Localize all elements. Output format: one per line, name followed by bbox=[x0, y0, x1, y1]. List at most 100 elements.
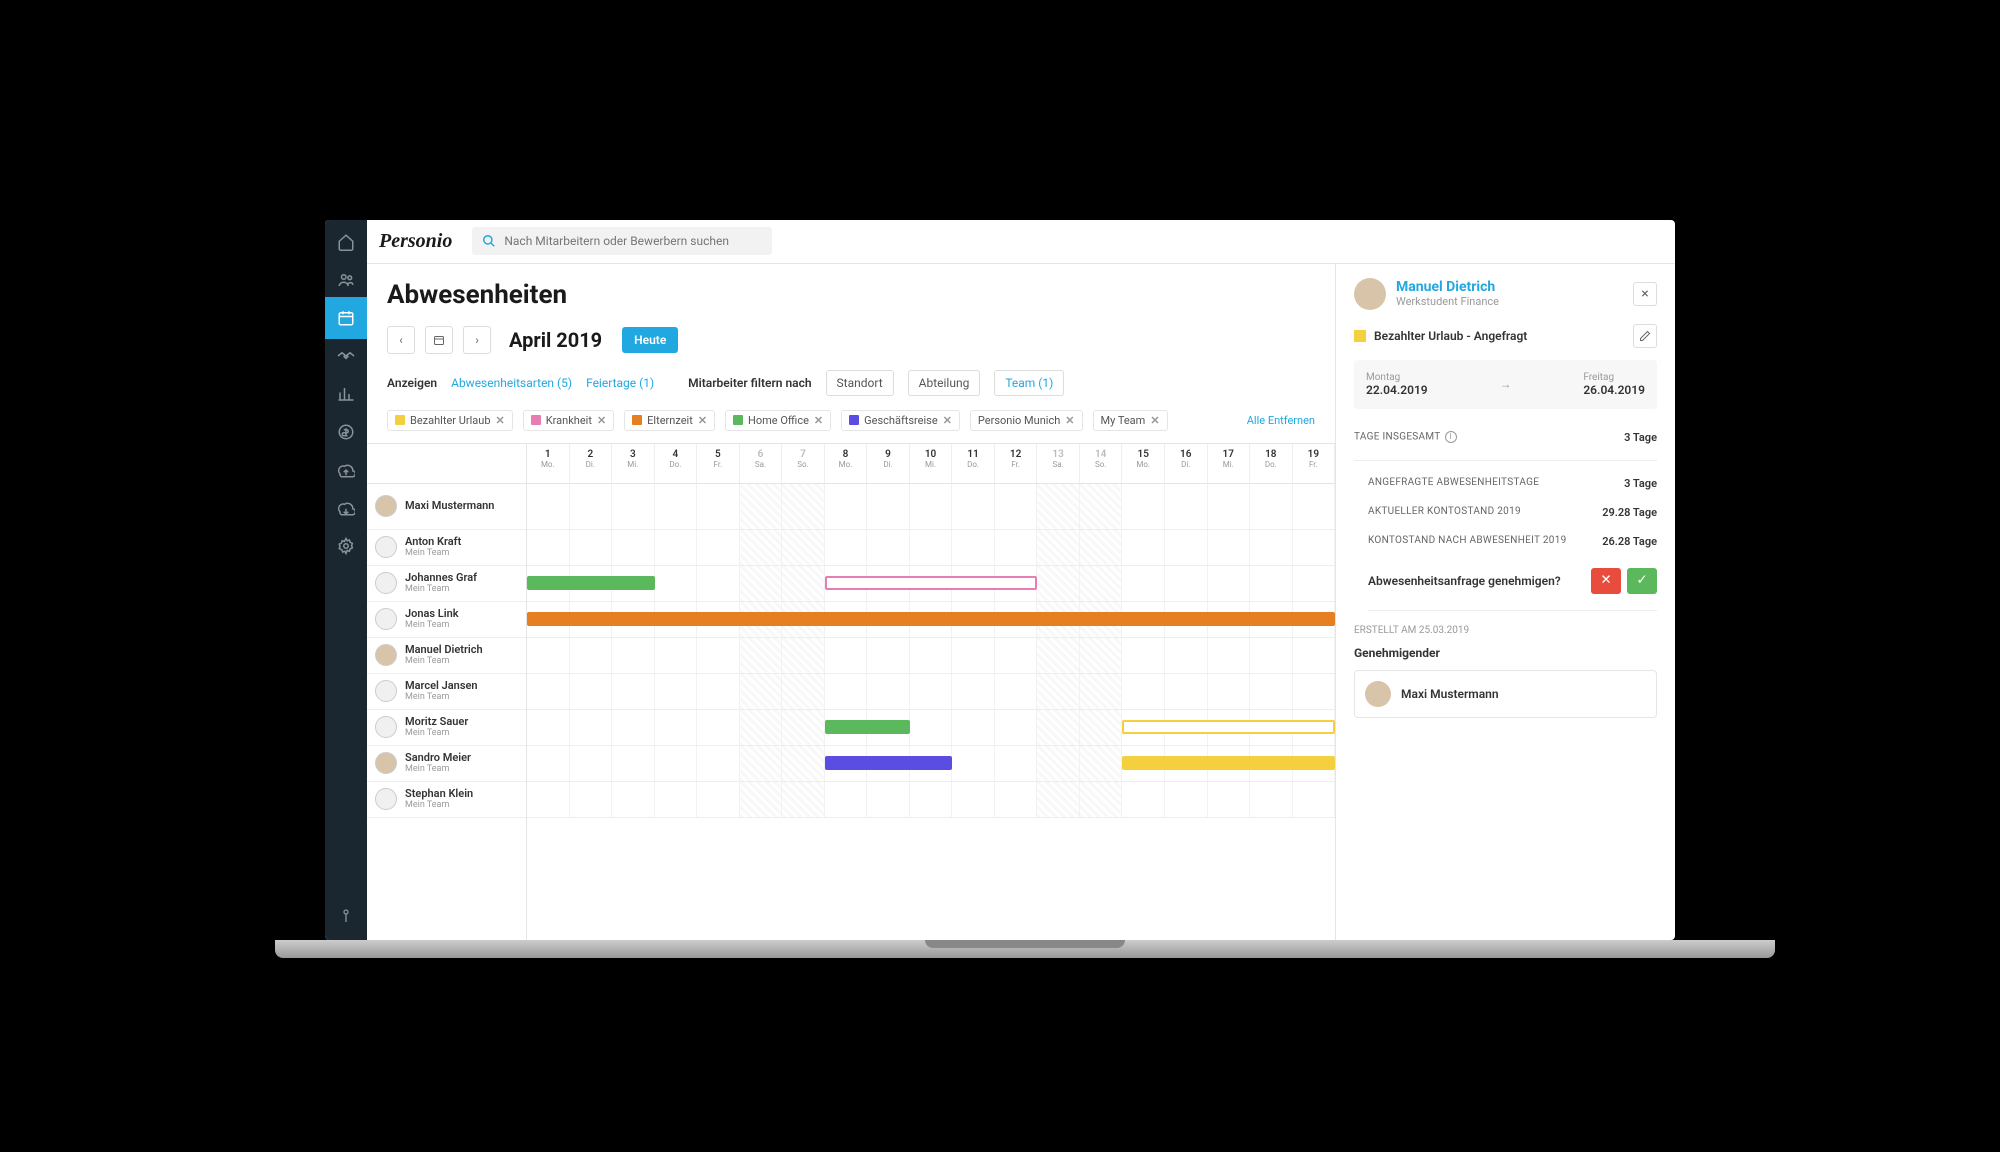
team-filter[interactable]: Team (1) bbox=[994, 370, 1064, 396]
absence-bar[interactable] bbox=[825, 576, 1038, 590]
show-label: Anzeigen bbox=[387, 376, 437, 390]
employee-avatar bbox=[375, 495, 397, 517]
absence-bar[interactable] bbox=[1122, 720, 1335, 734]
edit-button[interactable] bbox=[1633, 324, 1657, 348]
next-month-button[interactable]: › bbox=[463, 326, 491, 354]
calendar-row bbox=[527, 602, 1335, 638]
day-header-cell: 17Mi. bbox=[1208, 444, 1251, 483]
day-header-cell: 7So. bbox=[782, 444, 825, 483]
nav-upload-icon[interactable] bbox=[336, 460, 356, 480]
calendar-row bbox=[527, 674, 1335, 710]
topbar: Personio bbox=[367, 220, 1675, 264]
nav-download-icon[interactable] bbox=[336, 498, 356, 518]
employee-avatar bbox=[375, 644, 397, 666]
employee-row[interactable]: Sandro MeierMein Team bbox=[367, 746, 526, 782]
employee-avatar bbox=[375, 680, 397, 702]
calendar-row bbox=[527, 746, 1335, 782]
absence-bar[interactable] bbox=[527, 612, 1335, 626]
search-icon bbox=[482, 234, 496, 248]
nav-people-icon[interactable] bbox=[336, 270, 356, 290]
panel-user-name[interactable]: Manuel Dietrich bbox=[1396, 279, 1499, 295]
day-header-cell: 10Mi. bbox=[910, 444, 953, 483]
calendar-row bbox=[527, 484, 1335, 530]
absence-bar[interactable] bbox=[825, 756, 953, 770]
to-date: 26.04.2019 bbox=[1583, 383, 1645, 397]
filter-chip[interactable]: Bezahlter Urlaub✕ bbox=[387, 410, 513, 431]
search-input[interactable] bbox=[504, 234, 762, 248]
nav-reports-icon[interactable] bbox=[336, 384, 356, 404]
detail-panel: Manuel Dietrich Werkstudent Finance × Be… bbox=[1335, 264, 1675, 940]
employee-row[interactable]: Maxi Mustermann bbox=[367, 484, 526, 530]
filter-chip[interactable]: My Team✕ bbox=[1093, 410, 1168, 431]
employee-avatar bbox=[375, 752, 397, 774]
employee-row[interactable]: Anton KraftMein Team bbox=[367, 530, 526, 566]
approver-title: Genehmigender bbox=[1354, 646, 1657, 660]
approver-avatar bbox=[1365, 681, 1391, 707]
page-title: Abwesenheiten bbox=[367, 264, 1335, 320]
total-days-value: 3 Tage bbox=[1624, 431, 1657, 444]
chip-remove-icon[interactable]: ✕ bbox=[1150, 414, 1159, 427]
department-filter[interactable]: Abteilung bbox=[908, 370, 981, 396]
day-header-cell: 16Di. bbox=[1165, 444, 1208, 483]
holidays-filter[interactable]: Feiertage (1) bbox=[586, 376, 654, 390]
employee-row[interactable]: Manuel DietrichMein Team bbox=[367, 638, 526, 674]
day-header-cell: 1Mo. bbox=[527, 444, 570, 483]
chip-remove-icon[interactable]: ✕ bbox=[698, 414, 707, 427]
close-panel-button[interactable]: × bbox=[1633, 282, 1657, 306]
chip-remove-icon[interactable]: ✕ bbox=[496, 414, 505, 427]
nav-calendar-icon[interactable] bbox=[325, 297, 367, 339]
main-sidebar bbox=[325, 220, 367, 940]
calendar-row bbox=[527, 530, 1335, 566]
requested-value: 3 Tage bbox=[1624, 477, 1657, 490]
filter-chip[interactable]: Krankheit✕ bbox=[523, 410, 614, 431]
employee-row[interactable]: Johannes GrafMein Team bbox=[367, 566, 526, 602]
status-color-swatch bbox=[1354, 330, 1366, 342]
nav-handshake-icon[interactable] bbox=[336, 346, 356, 366]
employee-avatar bbox=[375, 608, 397, 630]
absence-bar[interactable] bbox=[825, 720, 910, 734]
chip-remove-icon[interactable]: ✕ bbox=[597, 414, 606, 427]
info-icon[interactable]: i bbox=[1445, 431, 1457, 443]
chip-remove-icon[interactable]: ✕ bbox=[814, 414, 823, 427]
location-filter[interactable]: Standort bbox=[826, 370, 894, 396]
day-header-cell: 6Sa. bbox=[740, 444, 783, 483]
approve-button[interactable]: ✓ bbox=[1627, 568, 1657, 594]
month-label: April 2019 bbox=[509, 328, 602, 352]
employee-row[interactable]: Marcel JansenMein Team bbox=[367, 674, 526, 710]
chip-remove-icon[interactable]: ✕ bbox=[1065, 414, 1074, 427]
prev-month-button[interactable]: ‹ bbox=[387, 326, 415, 354]
employee-row[interactable]: Jonas LinkMein Team bbox=[367, 602, 526, 638]
nav-payroll-icon[interactable] bbox=[336, 422, 356, 442]
filter-chip[interactable]: Geschäftsreise✕ bbox=[841, 410, 960, 431]
filter-chip[interactable]: Elternzeit✕ bbox=[624, 410, 715, 431]
day-header-cell: 11Do. bbox=[952, 444, 995, 483]
absence-types-filter[interactable]: Abwesenheitsarten (5) bbox=[451, 376, 572, 390]
absence-bar[interactable] bbox=[1122, 756, 1335, 770]
absence-bar[interactable] bbox=[527, 576, 655, 590]
filter-chip[interactable]: Home Office✕ bbox=[725, 410, 831, 431]
chip-remove-icon[interactable]: ✕ bbox=[943, 414, 952, 427]
employee-row[interactable]: Moritz SauerMein Team bbox=[367, 710, 526, 746]
nav-help-icon[interactable] bbox=[336, 906, 356, 926]
absence-status: Bezahlter Urlaub - Angefragt bbox=[1374, 329, 1625, 343]
calendar-picker-button[interactable] bbox=[425, 326, 453, 354]
reject-button[interactable]: ✕ bbox=[1591, 568, 1621, 594]
day-header-cell: 5Fr. bbox=[697, 444, 740, 483]
day-header-cell: 8Mo. bbox=[825, 444, 868, 483]
global-search[interactable] bbox=[472, 227, 772, 255]
day-header-cell: 14So. bbox=[1080, 444, 1123, 483]
balance-label: AKTUELLER KONTOSTAND 2019 bbox=[1368, 506, 1521, 519]
after-label: KONTOSTAND NACH ABWESENHEIT 2019 bbox=[1368, 535, 1567, 548]
filter-chip[interactable]: Personio Munich✕ bbox=[970, 410, 1083, 431]
employee-avatar bbox=[375, 536, 397, 558]
day-header-cell: 15Mo. bbox=[1122, 444, 1165, 483]
today-button[interactable]: Heute bbox=[622, 327, 678, 353]
remove-all-filters[interactable]: Alle Entfernen bbox=[1247, 414, 1315, 427]
nav-settings-icon[interactable] bbox=[336, 536, 356, 556]
day-header-cell: 2Di. bbox=[570, 444, 613, 483]
date-range-box: Montag 22.04.2019 → Freitag 26.04.2019 bbox=[1354, 360, 1657, 409]
nav-home-icon[interactable] bbox=[336, 232, 356, 252]
employee-row[interactable]: Stephan KleinMein Team bbox=[367, 782, 526, 818]
day-header-cell: 12Fr. bbox=[995, 444, 1038, 483]
approve-question: Abwesenheitsanfrage genehmigen? bbox=[1368, 574, 1561, 588]
